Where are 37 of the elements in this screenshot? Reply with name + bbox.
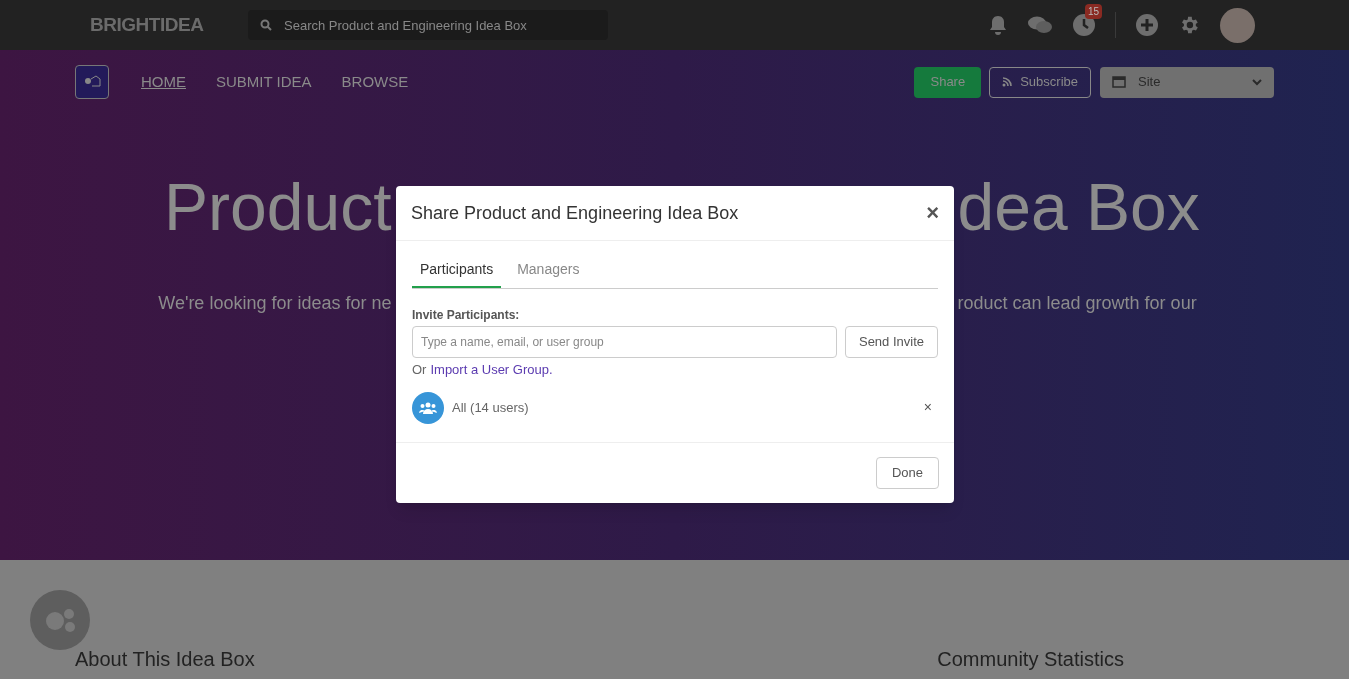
tab[interactable]: Participants [412,259,502,288]
import-prefix: Or [412,361,427,379]
avatar[interactable] [1220,7,1255,43]
tab[interactable]: Managers [509,259,588,288]
hero-description: We're looking for ideas for ne [157,292,393,315]
subscribe-button[interactable]: Subscribe [989,66,1091,98]
done-button[interactable]: Done [876,456,939,489]
window-icon [1112,76,1126,88]
clock-icon[interactable] [1073,14,1095,36]
notification-badge: 15 [1085,4,1103,19]
bell-icon[interactable] [989,15,1007,35]
group-avatar-icon [412,391,444,424]
hero-title: dea Box [956,174,1201,240]
import-link[interactable]: Import a User Group. [430,360,553,380]
nav-link[interactable]: BROWSE [341,70,409,94]
site-select[interactable]: Site [1100,66,1274,98]
section-heading: About This Idea Box [75,647,255,672]
logo: BRIGHTIDEA [90,12,205,37]
search-icon [260,19,272,31]
send-invite-button[interactable]: Send Invite [845,326,938,358]
chevron-down-icon [1252,78,1262,86]
hero-description: roduct can lead growth for our [956,292,1198,315]
nav-link[interactable]: HOME [141,70,186,94]
plus-icon[interactable] [1136,14,1158,36]
section-heading: Community Statistics [937,647,1124,672]
participant-name: All (14 users) [452,398,530,417]
nav-link[interactable]: SUBMIT IDEA [216,70,312,94]
dialog-title: Share Product and Engineering Idea Box [411,201,739,225]
invite-label: Invite Participants: [412,307,521,324]
home-logo-icon[interactable] [75,65,109,99]
hero-title: Product [163,174,393,240]
invite-field[interactable]: Type a name, email, or user group [412,326,837,358]
search-field[interactable]: Search Product and Engineering Idea Box [248,10,608,40]
remove-button[interactable]: × [923,397,932,418]
chat-icon[interactable] [1027,15,1053,35]
close-button[interactable]: × [926,202,939,224]
rss-icon [1002,77,1013,87]
